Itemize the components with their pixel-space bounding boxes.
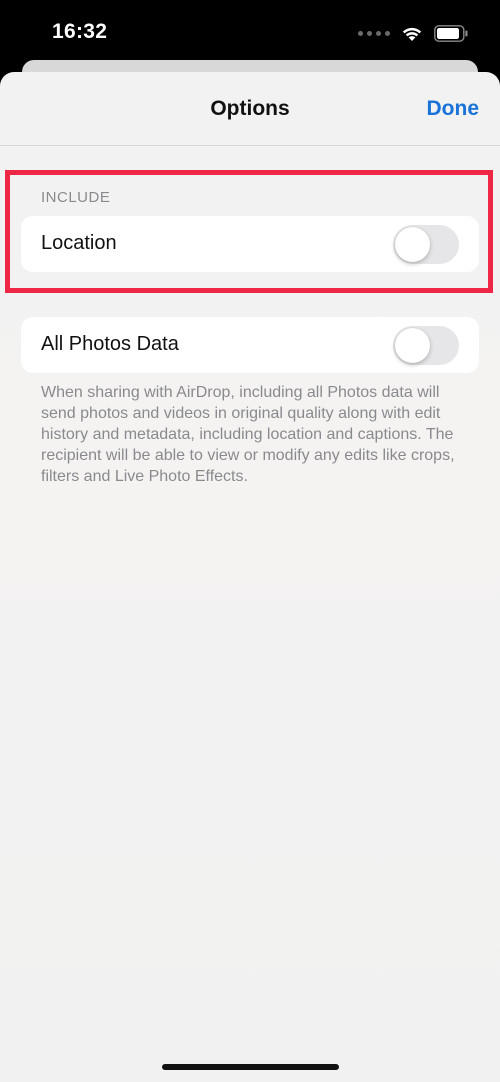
all-photos-data-toggle[interactable] bbox=[393, 326, 459, 365]
battery-icon bbox=[434, 24, 468, 42]
all-photos-data-row: All Photos Data bbox=[21, 317, 479, 373]
nav-bar: Options Done bbox=[0, 72, 500, 146]
options-sheet: Options Done INCLUDE Location All Photos… bbox=[0, 72, 500, 1082]
all-photos-data-label: All Photos Data bbox=[41, 333, 179, 355]
signal-icon bbox=[358, 30, 390, 36]
status-time: 16:32 bbox=[52, 20, 108, 43]
status-icons bbox=[358, 24, 468, 42]
wifi-icon bbox=[402, 27, 422, 41]
home-indicator[interactable] bbox=[162, 1064, 339, 1070]
page-title: Options bbox=[210, 97, 290, 120]
done-button[interactable]: Done bbox=[427, 97, 480, 121]
all-photos-footer-note: When sharing with AirDrop, including all… bbox=[41, 384, 455, 485]
screen: 16:32 Options Done INCLUDE Location All … bbox=[0, 0, 500, 1082]
toggle-knob bbox=[395, 328, 430, 363]
status-bar: 16:32 bbox=[0, 0, 500, 68]
highlight-box bbox=[5, 170, 493, 293]
